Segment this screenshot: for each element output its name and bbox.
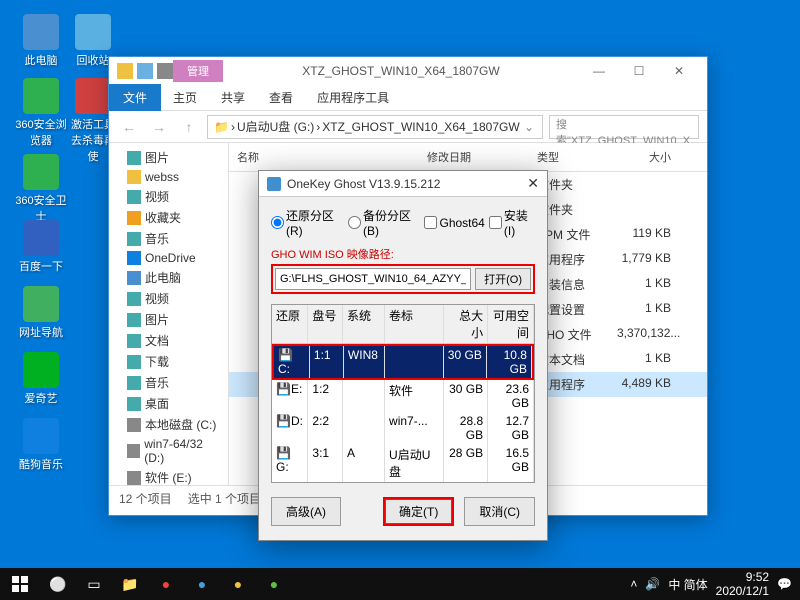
nav-item[interactable]: 文档 bbox=[109, 330, 228, 351]
desktop-icon[interactable]: 360安全卫士 bbox=[14, 154, 68, 224]
breadcrumb[interactable]: 📁› U启动U盘 (G:)› XTZ_GHOST_WIN10_X64_1807G… bbox=[207, 115, 543, 139]
tray-chevron-icon[interactable]: ˄ bbox=[630, 577, 637, 591]
search-input[interactable]: 搜索"XTZ_GHOST_WIN10_X... bbox=[549, 115, 699, 139]
onekey-ghost-dialog: OneKey Ghost V13.9.15.212 ✕ 还原分区(R) 备份分区… bbox=[258, 170, 548, 541]
search-icon[interactable]: ⚪ bbox=[40, 568, 76, 600]
desktop-icon[interactable]: 百度一下 bbox=[14, 220, 68, 274]
nav-item[interactable]: win7-64/32 (D:) bbox=[109, 435, 228, 467]
ribbon-tabs: 文件 主页共享查看应用程序工具 bbox=[109, 85, 707, 111]
ribbon-tab[interactable]: 共享 bbox=[209, 86, 257, 110]
image-path-input[interactable] bbox=[275, 268, 471, 290]
qat-icons bbox=[117, 63, 173, 79]
close-button[interactable]: ✕ bbox=[659, 59, 699, 83]
dialog-close-button[interactable]: ✕ bbox=[527, 175, 539, 192]
forward-button[interactable]: → bbox=[147, 115, 171, 139]
partition-row[interactable]: 💾G:3:1AU启动U盘28 GB16.5 GB bbox=[272, 444, 534, 482]
path-label: GHO WIM ISO 映像路径: bbox=[271, 246, 535, 262]
back-button[interactable]: ← bbox=[117, 115, 141, 139]
column-headers[interactable]: 名称 修改日期 类型 大小 bbox=[229, 143, 707, 172]
desktop-icon[interactable]: 此电脑 bbox=[14, 14, 68, 68]
nav-item[interactable]: 本地磁盘 (C:) bbox=[109, 414, 228, 435]
desktop-icon[interactable]: 360安全浏览器 bbox=[14, 78, 68, 148]
partition-row[interactable]: 💾D:2:2win7-...28.8 GB12.7 GB bbox=[272, 412, 534, 444]
taskbar: ⚪ ▭ 📁 ● ● ● ● ˄ 🔊 中 简体 9:52 2020/12/1 💬 bbox=[0, 568, 800, 600]
app-taskbar-icon[interactable]: ● bbox=[256, 568, 292, 600]
ribbon-context-tab[interactable]: 管理 bbox=[173, 60, 223, 82]
minimize-button[interactable]: — bbox=[579, 59, 619, 83]
nav-item[interactable]: 桌面 bbox=[109, 393, 228, 414]
nav-item[interactable]: 视频 bbox=[109, 186, 228, 207]
backup-radio[interactable]: 备份分区(B) bbox=[348, 207, 420, 238]
nav-pane: 图片webss视频收藏夹音乐OneDrive此电脑视频图片文档下载音乐桌面本地磁… bbox=[109, 143, 229, 485]
dialog-titlebar: OneKey Ghost V13.9.15.212 ✕ bbox=[259, 171, 547, 197]
ribbon-tab[interactable]: 主页 bbox=[161, 86, 209, 110]
nav-item[interactable]: webss bbox=[109, 168, 228, 186]
desktop-icon[interactable]: 爱奇艺 bbox=[14, 352, 68, 406]
app-taskbar-icon[interactable]: ● bbox=[220, 568, 256, 600]
desktop: 此电脑回收站360安全浏览器激活工具去杀毒再使360安全卫士百度一下网址导航爱奇… bbox=[0, 0, 800, 600]
partition-row[interactable]: 💾E:1:2软件30 GB23.6 GB bbox=[272, 380, 534, 412]
open-button[interactable]: 打开(O) bbox=[475, 268, 531, 290]
ok-button[interactable]: 确定(T) bbox=[383, 497, 454, 526]
cancel-button[interactable]: 取消(C) bbox=[464, 497, 535, 526]
volume-icon[interactable]: 🔊 bbox=[645, 577, 660, 591]
nav-item[interactable]: 音乐 bbox=[109, 228, 228, 249]
nav-item[interactable]: 收藏夹 bbox=[109, 207, 228, 228]
task-view-icon[interactable]: ▭ bbox=[76, 568, 112, 600]
system-tray: ˄ 🔊 中 简体 9:52 2020/12/1 💬 bbox=[622, 570, 800, 599]
address-bar-row: ← → ↑ 📁› U启动U盘 (G:)› XTZ_GHOST_WIN10_X64… bbox=[109, 111, 707, 143]
install-check[interactable]: 安装(I) bbox=[489, 207, 535, 238]
nav-item[interactable]: 视频 bbox=[109, 288, 228, 309]
nav-item[interactable]: 下载 bbox=[109, 351, 228, 372]
ribbon-tab[interactable]: 应用程序工具 bbox=[305, 86, 401, 110]
advanced-button[interactable]: 高级(A) bbox=[271, 497, 341, 526]
window-title: XTZ_GHOST_WIN10_X64_1807GW bbox=[223, 64, 579, 78]
nav-item[interactable]: 图片 bbox=[109, 147, 228, 168]
start-button[interactable] bbox=[0, 568, 40, 600]
ghost64-check[interactable]: Ghost64 bbox=[424, 207, 484, 238]
partition-table: 还原 盘号 系统 卷标 总大小 可用空间 💾C:1:1WIN830 GB10.8… bbox=[271, 304, 535, 483]
maximize-button[interactable]: ☐ bbox=[619, 59, 659, 83]
file-tab[interactable]: 文件 bbox=[109, 84, 161, 111]
nav-item[interactable]: 图片 bbox=[109, 309, 228, 330]
partition-row[interactable]: 💾C:1:1WIN830 GB10.8 GB bbox=[272, 344, 534, 380]
app-taskbar-icon[interactable]: ● bbox=[148, 568, 184, 600]
explorer-titlebar: 管理 XTZ_GHOST_WIN10_X64_1807GW — ☐ ✕ bbox=[109, 57, 707, 85]
app-icon bbox=[267, 177, 281, 191]
nav-item[interactable]: OneDrive bbox=[109, 249, 228, 267]
ribbon-tab[interactable]: 查看 bbox=[257, 86, 305, 110]
notification-icon[interactable]: 💬 bbox=[777, 577, 792, 591]
ime-indicator[interactable]: 中 简体 bbox=[668, 576, 707, 593]
up-button[interactable]: ↑ bbox=[177, 115, 201, 139]
desktop-icon[interactable]: 酷狗音乐 bbox=[14, 418, 68, 472]
restore-radio[interactable]: 还原分区(R) bbox=[271, 207, 344, 238]
nav-item[interactable]: 软件 (E:) bbox=[109, 467, 228, 485]
nav-item[interactable]: 此电脑 bbox=[109, 267, 228, 288]
nav-item[interactable]: 音乐 bbox=[109, 372, 228, 393]
image-path-row: 打开(O) bbox=[271, 264, 535, 294]
clock[interactable]: 9:52 2020/12/1 bbox=[716, 570, 769, 599]
mode-radios: 还原分区(R) 备份分区(B) Ghost64 安装(I) bbox=[271, 207, 535, 238]
app-taskbar-icon[interactable]: ● bbox=[184, 568, 220, 600]
explorer-taskbar-icon[interactable]: 📁 bbox=[112, 568, 148, 600]
desktop-icon[interactable]: 网址导航 bbox=[14, 286, 68, 340]
